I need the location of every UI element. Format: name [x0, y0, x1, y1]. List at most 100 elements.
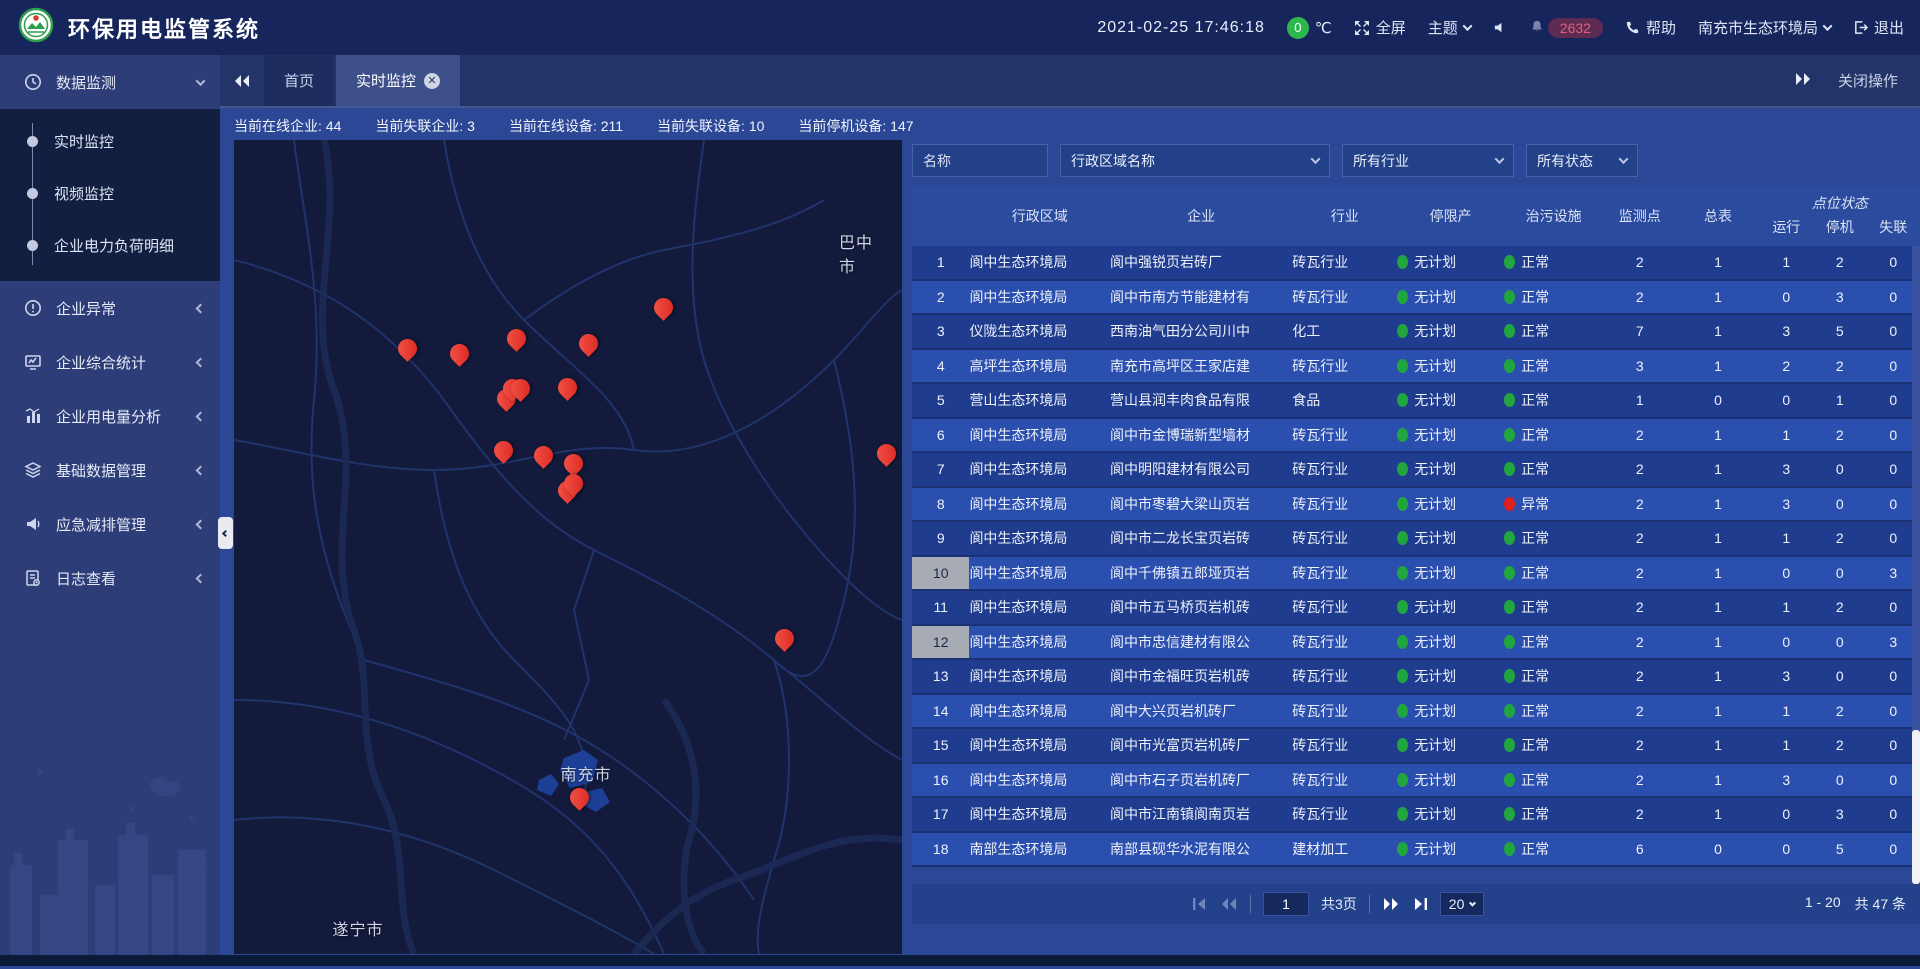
- status-dot-icon: [1397, 773, 1408, 787]
- table-row[interactable]: 14阆中生态环境局阆中大兴页岩机砖厂砖瓦行业无计划正常21120: [912, 695, 1920, 730]
- last-page-button[interactable]: [1412, 897, 1428, 911]
- industry-select[interactable]: 所有行业: [1342, 144, 1514, 177]
- status-badge: 无计划: [1397, 252, 1504, 272]
- tab-home[interactable]: 首页: [264, 55, 334, 106]
- temperature-badge: 0: [1287, 17, 1309, 39]
- fullscreen-icon: [1354, 20, 1370, 36]
- tab-close-icon[interactable]: ✕: [424, 73, 440, 89]
- table-row[interactable]: 6阆中生态环境局阆中市金博瑞新型墙材砖瓦行业无计划正常21120: [912, 419, 1920, 454]
- chevron-left-icon: [196, 411, 206, 421]
- status-dot-icon: [1397, 428, 1408, 442]
- sidebar-item-enterprise-abnormal[interactable]: 企业异常: [0, 281, 220, 335]
- status-badge: 正常: [1504, 321, 1603, 341]
- table-row[interactable]: 3仪陇生态环境局西南油气田分公司川中化工无计划正常71350: [912, 315, 1920, 350]
- sidebar-item-realtime-monitoring[interactable]: 实时监控: [0, 115, 220, 167]
- scrollbar-thumb[interactable]: [1912, 730, 1920, 884]
- stat-item: 当前失联设备: 10: [657, 116, 764, 136]
- table-row[interactable]: 16阆中生态环境局阆中市石子页岩机砖厂砖瓦行业无计划正常21300: [912, 764, 1920, 799]
- tab-scroll-right-button[interactable]: [1794, 72, 1812, 90]
- theme-dropdown[interactable]: 主题: [1428, 17, 1471, 38]
- chevron-down-icon: [1619, 154, 1629, 164]
- sidebar-item-power-load-detail[interactable]: 企业电力负荷明细: [0, 219, 220, 271]
- table-row[interactable]: 15阆中生态环境局阆中市光富页岩机砖厂砖瓦行业无计划正常21120: [912, 729, 1920, 764]
- status-dot-icon: [1397, 600, 1408, 614]
- table-row[interactable]: 11阆中生态环境局阆中市五马桥页岩机砖砖瓦行业无计划正常21120: [912, 591, 1920, 626]
- pagination-summary: 1 - 20 共 47 条: [1805, 894, 1906, 914]
- page-number-input[interactable]: 1: [1263, 892, 1309, 916]
- double-chevron-left-icon: [1220, 897, 1238, 911]
- tab-realtime-monitoring[interactable]: 实时监控 ✕: [336, 55, 460, 106]
- sound-button[interactable]: [1493, 20, 1508, 35]
- chevron-down-icon: [1495, 154, 1505, 164]
- status-dot-icon: [1504, 393, 1515, 407]
- table-row[interactable]: 1阆中生态环境局阆中强锐页岩砖厂砖瓦行业无计划正常21120: [912, 246, 1920, 281]
- enterprise-panel: 名称 行政区域名称 所有行业 所有状态 行政区域 企业: [912, 108, 1920, 955]
- status-badge: 正常: [1504, 287, 1603, 307]
- table-row[interactable]: 18南部生态环境局南部县砚华水泥有限公建材加工无计划正常60050: [912, 833, 1920, 868]
- chevron-left-icon: [196, 303, 206, 313]
- total-count-label: 共 47 条: [1855, 894, 1906, 914]
- logout-button[interactable]: 退出: [1853, 17, 1904, 38]
- first-page-icon: [1192, 897, 1208, 911]
- divider: [1250, 895, 1251, 913]
- status-dot-icon: [1504, 497, 1515, 511]
- temperature: 0 ℃: [1287, 17, 1332, 39]
- sidebar-item-emergency-reduction[interactable]: 应急减排管理: [0, 497, 220, 551]
- table-row[interactable]: 4高坪生态环境局南充市高坪区王家店建砖瓦行业无计划正常31220: [912, 350, 1920, 385]
- table-row[interactable]: 8阆中生态环境局阆中市枣碧大梁山页岩砖瓦行业无计划异常21300: [912, 488, 1920, 523]
- tab-bar: 首页 实时监控 ✕ 关闭操作: [220, 55, 1920, 108]
- next-page-button[interactable]: [1382, 897, 1400, 911]
- table-header: 行政区域 企业 行业 停限产 治污设施 监测点 总表 点位状态 运行 停机 失联: [912, 186, 1920, 246]
- col-index: [912, 186, 969, 246]
- status-dot-icon: [1397, 290, 1408, 304]
- map-panel[interactable]: 巴中市南充市遂宁市: [234, 140, 902, 954]
- table-row[interactable]: 9阆中生态环境局阆中市二龙长宝页岩砖砖瓦行业无计划正常21120: [912, 522, 1920, 557]
- status-dot-icon: [1397, 635, 1408, 649]
- help-button[interactable]: 帮助: [1625, 17, 1676, 38]
- sidebar-item-data-monitoring[interactable]: 数据监测: [0, 55, 220, 109]
- fullscreen-button[interactable]: 全屏: [1354, 17, 1406, 38]
- sidebar-item-video-monitoring[interactable]: 视频监控: [0, 167, 220, 219]
- table-row[interactable]: 5营山生态环境局营山县润丰肉食品有限食品无计划正常10010: [912, 384, 1920, 419]
- status-badge: 无计划: [1397, 563, 1504, 583]
- table-row[interactable]: 7阆中生态环境局阆中明阳建材有限公司砖瓦行业无计划正常21300: [912, 453, 1920, 488]
- notification-area[interactable]: 2632: [1530, 18, 1603, 38]
- status-dot-icon: [1504, 635, 1515, 649]
- close-operations-button[interactable]: 关闭操作: [1838, 70, 1898, 91]
- total-pages-label: 共3页: [1321, 894, 1357, 914]
- status-badge: 正常: [1504, 528, 1603, 548]
- sidebar-item-basic-data[interactable]: 基础数据管理: [0, 443, 220, 497]
- status-badge: 正常: [1504, 390, 1603, 410]
- status-dot-icon: [1504, 290, 1515, 304]
- page-title: 环保用电监管系统: [68, 12, 260, 44]
- sidebar-item-log-view[interactable]: 日志查看: [0, 551, 220, 605]
- first-page-button[interactable]: [1192, 897, 1208, 911]
- sidebar-item-electricity-analysis[interactable]: 企业用电量分析: [0, 389, 220, 443]
- notification-count-badge: 2632: [1548, 18, 1603, 38]
- status-badge: 无计划: [1397, 804, 1504, 824]
- bottom-strip: [0, 955, 1920, 969]
- sidebar-collapse-button[interactable]: [218, 517, 233, 549]
- table-row[interactable]: 13阆中生态环境局阆中市金福旺页岩机砖砖瓦行业无计划正常21300: [912, 660, 1920, 695]
- status-dot-icon: [1504, 773, 1515, 787]
- table-scrollbar[interactable]: [1912, 246, 1920, 884]
- megaphone-icon: [22, 515, 44, 533]
- col-industry: 行业: [1292, 186, 1397, 246]
- table-row[interactable]: 17阆中生态环境局阆中市江南镇阆南页岩砖瓦行业无计划正常21030: [912, 798, 1920, 833]
- status-dot-icon: [1397, 255, 1408, 269]
- region-select[interactable]: 行政区域名称: [1060, 144, 1330, 177]
- table-row[interactable]: 2阆中生态环境局阆中市南方节能建材有砖瓦行业无计划正常21030: [912, 281, 1920, 316]
- page-size-select[interactable]: 20: [1440, 892, 1485, 916]
- status-select[interactable]: 所有状态: [1526, 144, 1638, 177]
- status-dot-icon: [1397, 566, 1408, 580]
- table-row[interactable]: 10阆中生态环境局阆中千佛镇五郎垭页岩砖瓦行业无计划正常21003: [912, 557, 1920, 592]
- name-search-input[interactable]: 名称: [912, 144, 1048, 177]
- table-row[interactable]: 12阆中生态环境局阆中市忠信建材有限公砖瓦行业无计划正常21003: [912, 626, 1920, 661]
- bullet-dot-icon: [27, 188, 38, 199]
- sidebar-item-enterprise-statistics[interactable]: 企业综合统计: [0, 335, 220, 389]
- org-dropdown[interactable]: 南充市生态环境局: [1698, 17, 1831, 38]
- bullet-dot-icon: [27, 136, 38, 147]
- prev-page-button[interactable]: [1220, 897, 1238, 911]
- status-badge: 无计划: [1397, 494, 1504, 514]
- tab-scroll-left-button[interactable]: [220, 55, 264, 106]
